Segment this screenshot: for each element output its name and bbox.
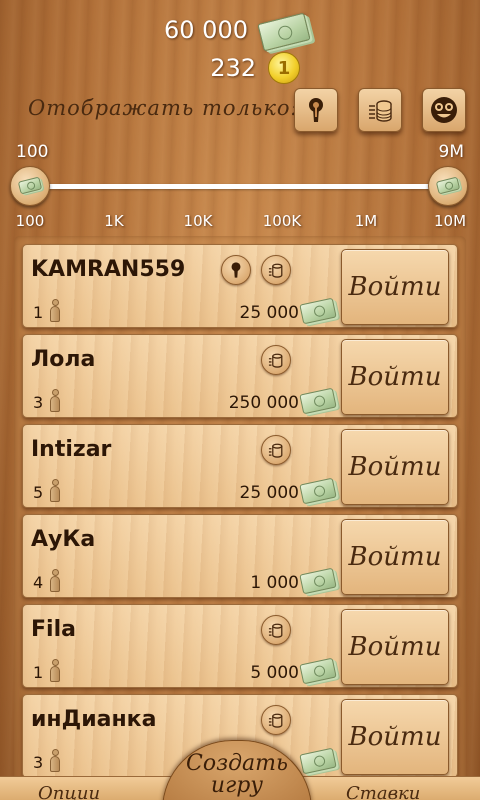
join-button[interactable]: Войти — [341, 429, 449, 505]
coins-stack-icon — [261, 345, 291, 375]
pawn-icon — [49, 569, 61, 593]
join-button[interactable]: Войти — [341, 339, 449, 415]
coins-stack-icon — [261, 435, 291, 465]
pawn-icon — [49, 479, 61, 503]
coins-stack-icon — [261, 705, 291, 735]
coin-amount: 232 — [210, 54, 256, 82]
tick-label: 10M — [433, 212, 467, 230]
tick-label: 10K — [183, 212, 213, 230]
money-amount: 60 000 — [164, 16, 248, 44]
banknote-icon — [299, 747, 337, 775]
banknote-icon — [299, 567, 337, 595]
join-button[interactable]: Войти — [341, 609, 449, 685]
tick-label: 1K — [104, 212, 124, 230]
slider-max-value: 9M — [438, 142, 464, 162]
filter-private-button[interactable] — [294, 88, 338, 132]
player-count: 3 — [33, 393, 44, 412]
coin-balance: 232 1 — [0, 50, 480, 86]
bets-tab[interactable]: Ставки — [346, 783, 420, 800]
pawn-icon — [49, 749, 61, 773]
slider-max-handle[interactable] — [428, 166, 468, 206]
banknote-icon — [257, 12, 311, 52]
room-host-name: Лола — [31, 347, 96, 372]
bet-range-slider-track[interactable] — [28, 184, 452, 189]
join-button[interactable]: Войти — [341, 519, 449, 595]
filter-fun-button[interactable] — [422, 88, 466, 132]
filter-bet-button[interactable] — [358, 88, 402, 132]
room-bet: 5 000 — [250, 663, 299, 683]
face-icon — [431, 97, 457, 123]
keyhole-icon — [309, 98, 323, 122]
keyhole-icon — [221, 255, 251, 285]
room-list[interactable]: KAMRAN559 1 25 000 Войти Лола 3 250 000 … — [14, 236, 466, 800]
banknote-icon — [299, 387, 337, 415]
list-item[interactable]: Fila 1 5 000 Войти — [22, 604, 458, 688]
room-bet: 1 000 — [250, 573, 299, 593]
filter-label: Отображать только: — [28, 96, 299, 120]
room-host-name: АуКа — [31, 527, 96, 552]
join-button[interactable]: Войти — [341, 249, 449, 325]
list-item[interactable]: Лола 3 250 000 Войти — [22, 334, 458, 418]
room-bet: 25 000 — [239, 303, 299, 323]
money-balance: 60 000 — [0, 10, 480, 52]
list-item[interactable]: KAMRAN559 1 25 000 Войти — [22, 244, 458, 328]
pawn-icon — [49, 299, 61, 323]
slider-min-value: 100 — [16, 142, 49, 162]
pawn-icon — [49, 659, 61, 683]
banknote-icon — [435, 176, 461, 195]
gold-coin-icon: 1 — [268, 52, 300, 84]
room-host-name: KAMRAN559 — [31, 257, 186, 282]
player-count: 5 — [33, 483, 44, 502]
room-host-name: инДианка — [31, 707, 157, 732]
slider-tick-labels: 100 1K 10K 100K 1M 10M — [0, 212, 480, 232]
room-host-name: Intizar — [31, 437, 112, 462]
room-bet: 250 000 — [228, 393, 299, 413]
banknote-icon — [17, 176, 43, 195]
player-count: 4 — [33, 573, 44, 592]
banknote-icon — [299, 477, 337, 505]
room-host-name: Fila — [31, 617, 76, 642]
list-item[interactable]: Intizar 5 25 000 Войти — [22, 424, 458, 508]
player-count: 1 — [33, 303, 44, 322]
header: 60 000 232 1 Отображать только: 100 9M 1… — [0, 0, 480, 240]
tick-label: 100 — [15, 212, 45, 230]
pawn-icon — [49, 389, 61, 413]
coins-stack-icon — [261, 255, 291, 285]
slider-min-handle[interactable] — [10, 166, 50, 206]
banknote-icon — [299, 657, 337, 685]
coins-stack-icon — [369, 100, 392, 122]
banknote-icon — [299, 297, 337, 325]
room-bet: 25 000 — [239, 483, 299, 503]
player-count: 1 — [33, 663, 44, 682]
tick-label: 100K — [262, 212, 302, 230]
tick-label: 1M — [354, 212, 378, 230]
list-item[interactable]: АуКа 4 1 000 Войти — [22, 514, 458, 598]
coins-stack-icon — [261, 615, 291, 645]
options-tab[interactable]: Опции — [38, 783, 100, 800]
join-button[interactable]: Войти — [341, 699, 449, 775]
player-count: 3 — [33, 753, 44, 772]
